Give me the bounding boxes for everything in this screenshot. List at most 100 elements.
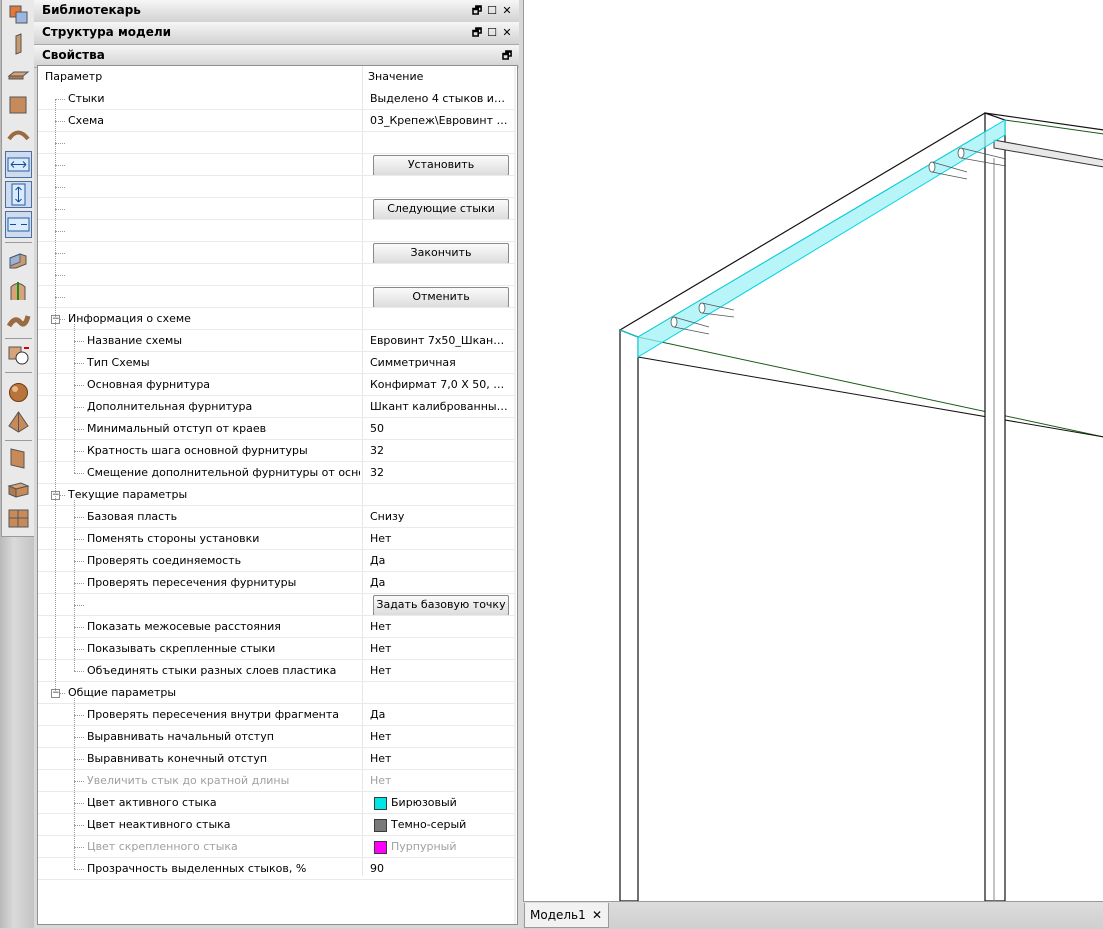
property-value[interactable]: Шкант калиброванный ... — [370, 396, 510, 417]
column-header-param[interactable]: Параметр — [45, 66, 102, 87]
librarian-panel-header[interactable]: Библиотекарь 🗗 ☐ ✕ — [34, 0, 519, 23]
maximize-icon[interactable]: ☐ — [486, 22, 498, 43]
grid-action-button[interactable]: Отменить — [373, 287, 509, 308]
property-value[interactable]: Конфирмат 7,0 X 50, оц... — [370, 374, 510, 395]
left-side-panel[interactable] — [619, 329, 639, 902]
property-value[interactable]: 32 — [370, 440, 510, 461]
profile-icon[interactable] — [6, 278, 31, 303]
property-row[interactable]: Кратность шага основной фурнитуры 32 — [38, 440, 514, 462]
distance-v-icon[interactable] — [5, 181, 32, 208]
property-value[interactable]: Выделено 4 стыков из 8 — [370, 88, 510, 109]
grid-action-button[interactable]: Установить — [373, 155, 509, 176]
front-panel-icon[interactable] — [6, 92, 31, 117]
property-value[interactable]: Евровинт 7x50_Шкант ... — [370, 330, 510, 351]
property-value[interactable]: Нет — [370, 748, 510, 769]
horizontal-panel-icon[interactable] — [6, 62, 31, 87]
property-value[interactable]: Нет — [370, 638, 510, 659]
group-row[interactable]: Общие параметры − — [38, 682, 514, 704]
group-row[interactable]: Текущие параметры − — [38, 484, 514, 506]
close-icon[interactable]: ✕ — [501, 22, 513, 43]
property-value[interactable]: 32 — [370, 462, 510, 483]
property-row[interactable]: Закончить — [38, 242, 514, 264]
property-row[interactable]: Увеличить стык до кратной длины Нет — [38, 770, 514, 792]
close-icon[interactable]: ✕ — [592, 903, 602, 927]
property-row[interactable]: Показывать скрепленные стыки Нет — [38, 638, 514, 660]
selected-joint-highlight[interactable] — [637, 119, 1006, 358]
property-value[interactable]: Бирюзовый — [391, 792, 531, 813]
distance-h-icon[interactable] — [5, 151, 32, 178]
grid-action-button[interactable]: Следующие стыки — [373, 199, 509, 220]
property-value[interactable]: 03_Крепеж\Евровинт 7х... — [370, 110, 510, 131]
property-row[interactable]: Цвет скрепленного стыка Пурпурный — [38, 836, 514, 858]
property-row[interactable]: Тип Схемы Симметричная — [38, 352, 514, 374]
property-row[interactable] — [38, 132, 514, 154]
property-row[interactable]: Поменять стороны установки Нет — [38, 528, 514, 550]
group-row[interactable]: Информация о схеме − — [38, 308, 514, 330]
cut-icon[interactable] — [6, 342, 31, 367]
grid-action-button[interactable]: Задать базовую точку — [373, 595, 509, 616]
close-icon[interactable]: ✕ — [501, 0, 513, 21]
property-row[interactable]: Следующие стыки — [38, 198, 514, 220]
property-row[interactable]: Показать межосевые расстояния Нет — [38, 616, 514, 638]
property-row[interactable]: Основная фурнитура Конфирмат 7,0 X 50, оц… — [38, 374, 514, 396]
property-row[interactable]: Отменить — [38, 286, 514, 308]
extrude-icon[interactable] — [6, 248, 31, 273]
distance-inner-icon[interactable] — [5, 211, 32, 238]
property-row[interactable]: Проверять пересечения внутри фрагмента Да — [38, 704, 514, 726]
middle-partition[interactable] — [984, 112, 1006, 902]
property-label: Увеличить стык до кратной длины — [87, 774, 290, 787]
restore-icon[interactable]: 🗗 — [471, 22, 483, 43]
property-value[interactable]: Да — [370, 572, 510, 593]
property-value[interactable]: Да — [370, 550, 510, 571]
restore-icon[interactable]: 🗗 — [501, 45, 513, 66]
property-row[interactable]: Цвет активного стыка Бирюзовый — [38, 792, 514, 814]
property-row[interactable]: Схема 03_Крепеж\Евровинт 7х... — [38, 110, 514, 132]
property-row[interactable]: Прозрачность выделенных стыков, % 90 — [38, 858, 514, 880]
property-row[interactable] — [38, 220, 514, 242]
property-value[interactable]: Снизу — [370, 506, 510, 527]
property-row[interactable]: Название схемы Евровинт 7x50_Шкант ... — [38, 330, 514, 352]
property-value[interactable]: Нет — [370, 528, 510, 549]
property-row[interactable]: Базовая пласть Снизу — [38, 506, 514, 528]
property-row[interactable] — [38, 176, 514, 198]
vertical-panel-icon[interactable] — [6, 32, 31, 57]
property-value[interactable]: 90 — [370, 858, 510, 879]
property-row[interactable]: Проверять пересечения фурнитуры Да — [38, 572, 514, 594]
property-row[interactable]: Задать базовую точку — [38, 594, 514, 616]
property-value[interactable]: Нет — [370, 616, 510, 637]
property-row[interactable]: Цвет неактивного стыка Темно-серый — [38, 814, 514, 836]
property-row[interactable] — [38, 264, 514, 286]
property-value[interactable]: Нет — [370, 726, 510, 747]
pyramid-icon[interactable] — [6, 410, 31, 435]
property-value[interactable]: Симметричная — [370, 352, 510, 373]
property-row[interactable]: Смещение дополнительной фурнитуры от осн… — [38, 462, 514, 484]
restore-icon[interactable]: 🗗 — [471, 0, 483, 21]
property-row[interactable]: Минимальный отступ от краев 50 — [38, 418, 514, 440]
property-row[interactable]: Объединять стыки разных слоев пластика Не… — [38, 660, 514, 682]
tab-model1[interactable]: Модель1 ✕ — [524, 903, 609, 928]
door-icon[interactable] — [6, 446, 31, 471]
property-row[interactable]: Выравнивать конечный отступ Нет — [38, 748, 514, 770]
curved-profile-icon[interactable] — [6, 308, 31, 333]
toolbar-separator — [5, 440, 32, 441]
maximize-icon[interactable]: ☐ — [486, 0, 498, 21]
property-row[interactable]: Стыки Выделено 4 стыков из 8 — [38, 88, 514, 110]
structure-panel-header[interactable]: Структура модели 🗗 ☐ ✕ — [34, 22, 519, 45]
property-row[interactable]: Проверять соединяемость Да — [38, 550, 514, 572]
property-row[interactable]: Установить — [38, 154, 514, 176]
property-row[interactable]: Дополнительная фурнитура Шкант калиброван… — [38, 396, 514, 418]
arc-panel-icon[interactable] — [6, 122, 31, 147]
facade-icon[interactable] — [6, 506, 31, 531]
property-value[interactable]: Да — [370, 704, 510, 725]
property-value[interactable]: Нет — [370, 660, 510, 681]
grid-action-button[interactable]: Закончить — [373, 243, 509, 264]
property-value[interactable]: Темно-серый — [391, 814, 531, 835]
panel-icon[interactable] — [6, 2, 31, 27]
drawer-icon[interactable] — [6, 476, 31, 501]
sphere-icon[interactable] — [6, 380, 31, 405]
property-value[interactable]: 50 — [370, 418, 510, 439]
property-row[interactable]: Выравнивать начальный отступ Нет — [38, 726, 514, 748]
3d-viewport[interactable] — [523, 0, 1103, 902]
column-header-value[interactable]: Значение — [368, 66, 508, 87]
tree-connector — [74, 385, 84, 386]
